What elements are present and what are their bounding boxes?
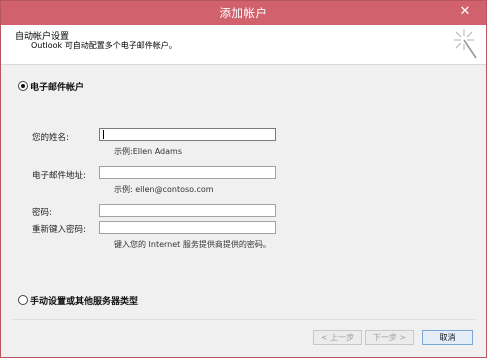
cancel-button[interactable]: 取消 [422,330,473,345]
next-button[interactable]: 下一步 > [365,330,414,345]
password-confirm-input[interactable] [99,221,276,234]
manual-setup-radio[interactable] [18,295,28,305]
password-confirm-label: 重新键入密码: [32,225,86,235]
manual-setup-label[interactable]: 手动设置或其他服务器类型 [30,294,138,307]
name-input[interactable] [99,128,276,141]
back-button[interactable]: < 上一步 [313,330,362,345]
email-account-radio[interactable] [18,81,28,91]
email-account-label[interactable]: 电子邮件帐户 [30,80,84,93]
close-icon[interactable]: ✕ [457,3,473,21]
text-caret [103,130,104,139]
email-input[interactable] [99,166,276,179]
password-hint: 键入您的 Internet 服务提供商提供的密码。 [114,240,271,249]
add-account-dialog: 添加帐户 ✕ 自动帐户设置 Outlook 可自动配置多个电子邮件帐户。 电子邮… [0,0,487,358]
email-label: 电子邮件地址: [32,171,86,181]
title-bar[interactable]: 添加帐户 ✕ [1,1,486,25]
email-hint: 示例: ellen@contoso.com [114,185,214,194]
window-title: 添加帐户 [219,6,268,20]
name-hint: 示例:Ellen Adams [114,147,183,156]
password-label: 密码: [32,208,52,218]
header-subtitle: Outlook 可自动配置多个电子邮件帐户。 [31,41,177,50]
name-label: 您的姓名: [32,133,69,143]
header-panel: 自动帐户设置 Outlook 可自动配置多个电子邮件帐户。 [1,25,486,65]
footer-separator [13,319,475,320]
password-input[interactable] [99,204,276,217]
magic-wand-icon [454,29,477,59]
